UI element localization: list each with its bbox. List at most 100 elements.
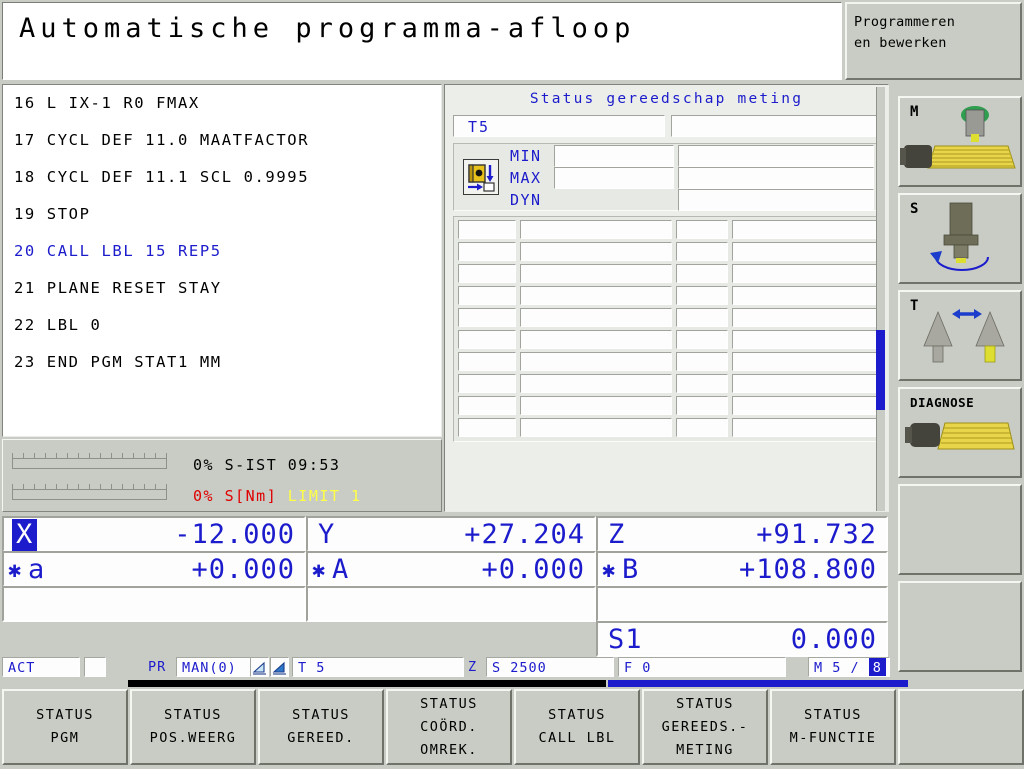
measurement-cell[interactable]	[520, 286, 672, 305]
program-line[interactable]: 21 PLANE RESET STAY	[3, 270, 441, 307]
measurement-cell[interactable]	[676, 264, 728, 283]
measurement-cell[interactable]	[732, 352, 880, 371]
measurement-cell[interactable]	[676, 396, 728, 415]
measurement-cell[interactable]	[676, 220, 728, 239]
min-value-left[interactable]	[554, 145, 674, 167]
measurement-cell[interactable]	[732, 220, 880, 239]
measurement-cell[interactable]	[458, 264, 516, 283]
softkey-empty[interactable]	[898, 689, 1024, 765]
program-line[interactable]: 19 STOP	[3, 196, 441, 233]
measurement-cell[interactable]	[458, 220, 516, 239]
min-value-right[interactable]	[678, 145, 874, 167]
operating-mode-line1: Programmeren	[854, 14, 956, 30]
program-listing[interactable]: 16 L IX-1 R0 FMAX 17 CYCL DEF 11.0 MAATF…	[2, 84, 442, 437]
measurement-cell[interactable]	[520, 264, 672, 283]
measurement-cell[interactable]	[676, 308, 728, 327]
axis-cell-b[interactable]: ✱ B +108.800	[596, 551, 888, 587]
measurement-cell[interactable]	[458, 418, 516, 437]
measurement-cell[interactable]	[520, 374, 672, 393]
measurement-cell[interactable]	[676, 418, 728, 437]
program-line[interactable]: 23 END PGM STAT1 MM	[3, 344, 441, 381]
measurement-cell[interactable]	[676, 374, 728, 393]
softkey-status-gereed[interactable]: STATUS GEREED.	[258, 689, 384, 765]
status-blank-field[interactable]	[84, 657, 106, 677]
measurement-cell[interactable]	[676, 286, 728, 305]
measurement-cell[interactable]	[676, 352, 728, 371]
vkey-label-diagnose: DIAGNOSE	[910, 395, 975, 410]
softkey-line3: METING	[676, 741, 734, 758]
tool-name-field-2[interactable]	[671, 115, 877, 137]
tool-name-field[interactable]: T5	[453, 115, 665, 137]
axis-cell-y[interactable]: Y +27.204	[306, 516, 596, 552]
program-line[interactable]: 17 CYCL DEF 11.0 MAATFACTOR	[3, 122, 441, 159]
measurement-cell[interactable]	[520, 352, 672, 371]
axis-cell-empty-2[interactable]	[306, 586, 596, 622]
measurement-cell[interactable]	[520, 418, 672, 437]
measurement-cell[interactable]	[732, 264, 880, 283]
program-line[interactable]: 16 L IX-1 R0 FMAX	[3, 85, 441, 122]
program-line-active[interactable]: 20 CALL LBL 15 REP5	[3, 233, 441, 270]
axis-cell-x[interactable]: X -12.000	[2, 516, 306, 552]
axis-value-x: -12.000	[174, 519, 295, 550]
status-m-field[interactable]: M 5 / 8	[808, 657, 890, 677]
axis-cell-empty-3[interactable]	[596, 586, 888, 622]
status-scrollbar-track[interactable]	[876, 87, 885, 511]
vkey-empty-2[interactable]	[898, 581, 1022, 672]
measurement-cell[interactable]	[458, 374, 516, 393]
workpiece-tilt-icon[interactable]	[270, 657, 289, 677]
softkey-line1: STATUS	[420, 695, 478, 712]
softkey-status-coord-omrek[interactable]: STATUS COÖRD. OMREK.	[386, 689, 512, 765]
measurement-cell[interactable]	[458, 308, 516, 327]
axis-cell-a-lower[interactable]: ✱ a +0.000	[2, 551, 306, 587]
status-tool-field[interactable]: T 5	[292, 657, 464, 677]
status-speed-field[interactable]: S 2500	[486, 657, 614, 677]
axis-cell-z[interactable]: Z +91.732	[596, 516, 888, 552]
workpiece-angle-icon[interactable]	[250, 657, 269, 677]
axis-cell-empty-1[interactable]	[2, 586, 306, 622]
measurement-cell[interactable]	[732, 374, 880, 393]
spindle-cell-s1[interactable]: S1 0.000	[596, 621, 888, 657]
measurement-cell[interactable]	[676, 242, 728, 261]
vkey-tool-t[interactable]: T	[898, 290, 1022, 381]
spindle-speed-readout: 0% S-IST 09:53	[193, 456, 341, 474]
measurement-cell[interactable]	[676, 330, 728, 349]
softkey-status-call-lbl[interactable]: STATUS CALL LBL	[514, 689, 640, 765]
vkey-machine-m[interactable]: M	[898, 96, 1022, 187]
axis-cell-a[interactable]: ✱ A +0.000	[306, 551, 596, 587]
measurement-cell[interactable]	[732, 242, 880, 261]
measurement-cell[interactable]	[458, 286, 516, 305]
status-scrollbar-thumb[interactable]	[876, 330, 885, 410]
vkey-empty-1[interactable]	[898, 484, 1022, 575]
measurement-cell[interactable]	[458, 242, 516, 261]
measurement-cell[interactable]	[520, 330, 672, 349]
vkey-diagnose[interactable]: DIAGNOSE	[898, 387, 1022, 478]
measurement-cell[interactable]	[732, 308, 880, 327]
program-line[interactable]: 22 LBL 0	[3, 307, 441, 344]
vkey-spindle-s[interactable]: S	[898, 193, 1022, 284]
measurement-cell[interactable]	[732, 330, 880, 349]
status-man-field[interactable]: MAN(0)	[176, 657, 252, 677]
softkey-status-pgm[interactable]: STATUS PGM	[2, 689, 128, 765]
axis-label-a: A	[332, 554, 350, 585]
max-value-left[interactable]	[554, 167, 674, 189]
measurement-cell[interactable]	[520, 242, 672, 261]
softkey-status-m-functie[interactable]: STATUS M-FUNCTIE	[770, 689, 896, 765]
status-act-field[interactable]: ACT	[2, 657, 80, 677]
status-feed-field[interactable]: F 0	[618, 657, 786, 677]
measurement-cell[interactable]	[732, 286, 880, 305]
position-row-3	[2, 586, 888, 622]
measurement-cell[interactable]	[520, 220, 672, 239]
program-line[interactable]: 18 CYCL DEF 11.1 SCL 0.9995	[3, 159, 441, 196]
max-value-right[interactable]	[678, 167, 874, 189]
dyn-value[interactable]	[678, 189, 874, 211]
measurement-cell[interactable]	[520, 396, 672, 415]
softkey-status-pos-weerg[interactable]: STATUS POS.WEERG	[130, 689, 256, 765]
measurement-cell[interactable]	[458, 330, 516, 349]
measurement-cell[interactable]	[732, 396, 880, 415]
operating-mode-box[interactable]: Programmeren en bewerken	[845, 2, 1022, 80]
measurement-cell[interactable]	[520, 308, 672, 327]
measurement-cell[interactable]	[458, 396, 516, 415]
softkey-status-gereeds-meting[interactable]: STATUS GEREEDS.- METING	[642, 689, 768, 765]
measurement-cell[interactable]	[732, 418, 880, 437]
measurement-cell[interactable]	[458, 352, 516, 371]
